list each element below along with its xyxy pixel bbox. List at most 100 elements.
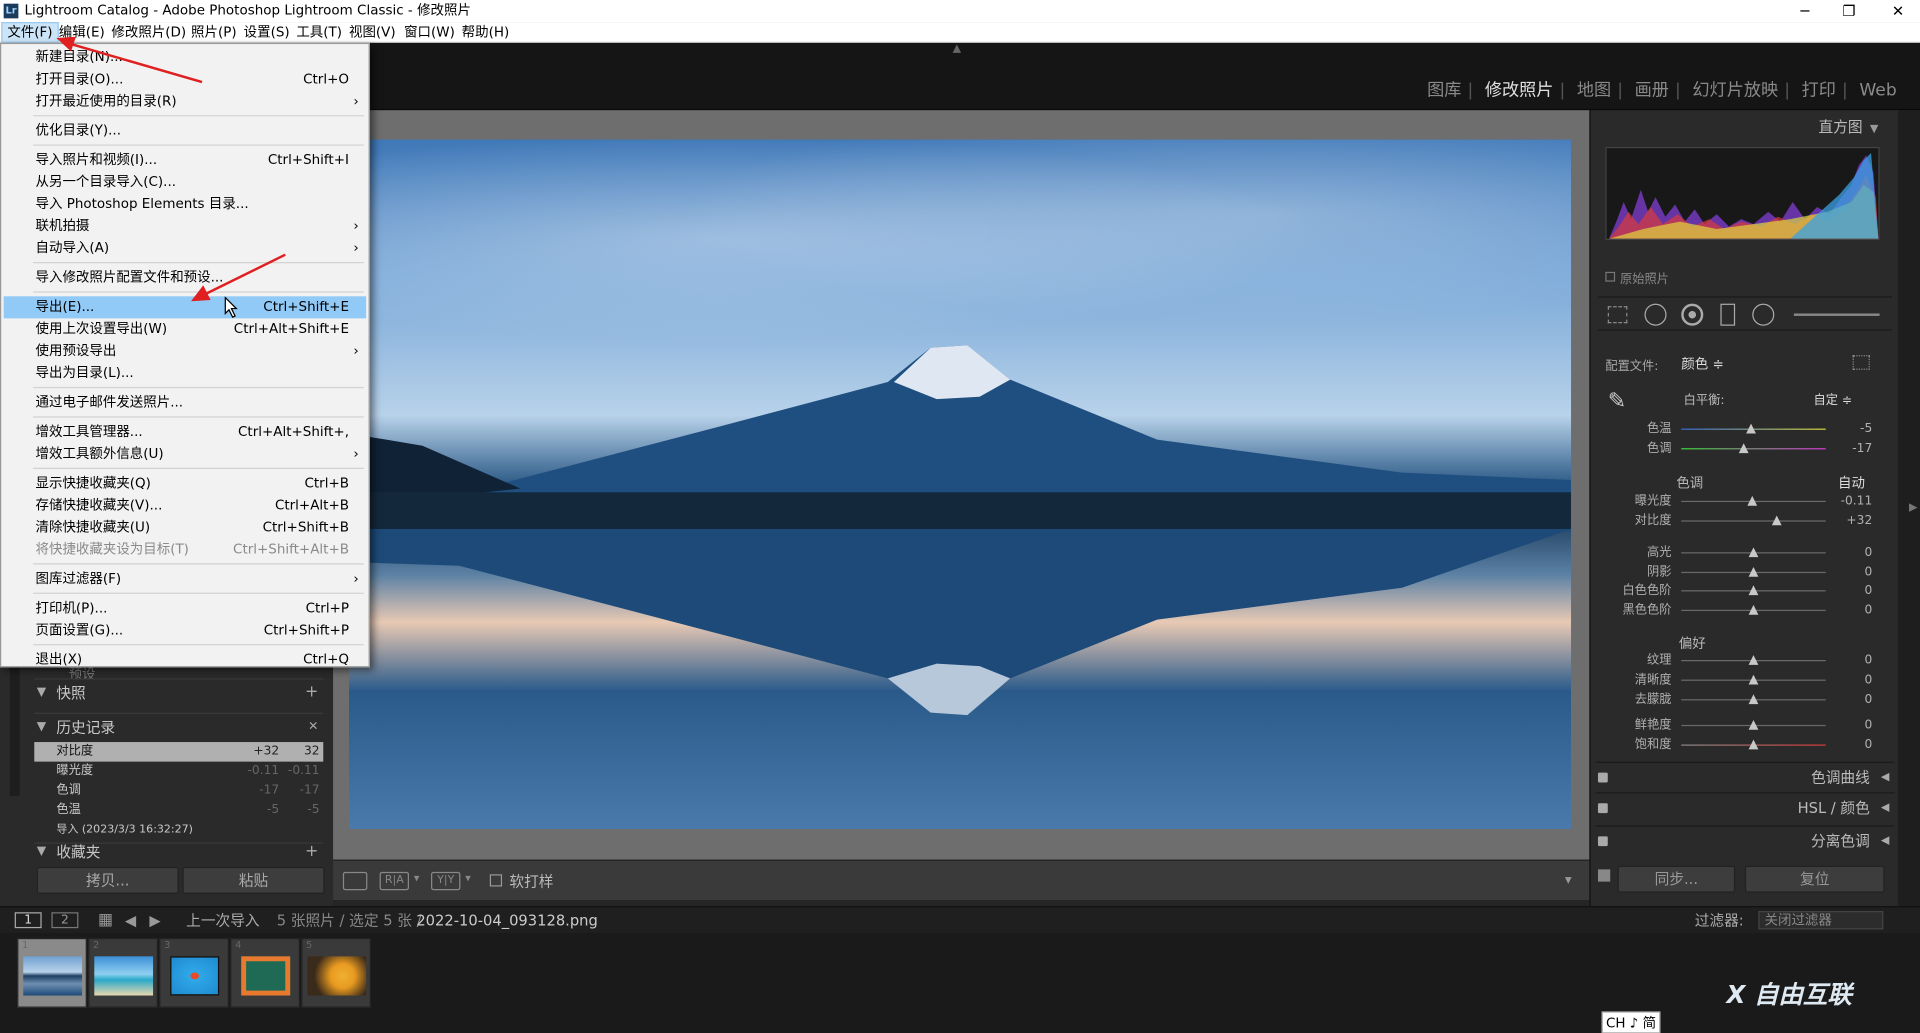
original-photo-checkbox[interactable] xyxy=(1605,271,1616,282)
file-menu-item[interactable]: 使用上次设置导出(W) Ctrl+Alt+Shift+E xyxy=(4,318,366,340)
copy-button[interactable]: 拷贝... xyxy=(36,866,179,894)
develop-slider[interactable]: 清晰度 0 xyxy=(1591,671,1900,689)
develop-slider[interactable]: 曝光度 -0.11 xyxy=(1591,492,1900,510)
slider-knob[interactable] xyxy=(1745,423,1756,434)
add-snapshot-icon[interactable]: + xyxy=(305,680,318,707)
slider-knob[interactable] xyxy=(1748,655,1759,665)
collapse-right-icon[interactable]: ▶ xyxy=(1909,502,1917,514)
filmstrip-filename[interactable]: 2022-10-04_093128.png xyxy=(416,907,597,934)
develop-slider[interactable]: 黑色色阶 0 xyxy=(1591,601,1900,619)
file-menu-item[interactable]: 通过电子邮件发送照片... xyxy=(4,392,366,414)
sync-toggle-icon[interactable] xyxy=(1597,869,1611,882)
crop-tool-icon[interactable] xyxy=(1607,306,1628,324)
filmstrip-source[interactable]: 上一次导入 xyxy=(186,907,259,934)
slider-knob[interactable] xyxy=(1771,515,1782,526)
history-row[interactable]: 色温 -5 -5 xyxy=(34,801,323,821)
primary-window-button[interactable]: 1 xyxy=(14,912,42,929)
filmstrip-thumbnail[interactable]: 3 xyxy=(159,937,229,1008)
softproof-checkbox[interactable] xyxy=(489,874,503,887)
develop-slider[interactable]: 色温 -5 xyxy=(1591,420,1900,438)
white-balance-eyedropper-icon[interactable]: ✎ xyxy=(1608,389,1632,413)
module-slideshow[interactable]: 幻灯片放映 xyxy=(1692,77,1778,101)
photo-view[interactable] xyxy=(333,110,1590,860)
module-map[interactable]: 地图 xyxy=(1577,77,1611,101)
filmstrip-thumbnail[interactable]: 1 xyxy=(17,937,87,1008)
slider-value[interactable]: -17 xyxy=(1852,440,1872,458)
paste-button[interactable]: 粘贴 xyxy=(182,866,325,894)
slider-value[interactable]: -0.11 xyxy=(1841,492,1873,510)
panel-toggle-icon[interactable] xyxy=(1597,803,1608,814)
profile-browser-icon[interactable] xyxy=(1852,355,1870,370)
back-arrow-icon[interactable]: ◀ xyxy=(125,907,136,934)
slider-value[interactable]: 0 xyxy=(1864,651,1872,669)
develop-slider[interactable]: 去朦胧 0 xyxy=(1591,691,1900,709)
spot-removal-icon[interactable] xyxy=(1644,303,1667,326)
hsl-panel-header[interactable]: HSL / 颜色 ◀ xyxy=(1595,792,1895,821)
module-book[interactable]: 画册 xyxy=(1635,77,1669,101)
filter-dropdown[interactable]: 关闭过滤器 xyxy=(1758,911,1884,930)
wb-dropdown[interactable]: 自定 ≑ xyxy=(1813,389,1852,407)
collections-panel-header[interactable]: ▼ 收藏夹 + xyxy=(34,842,324,860)
graduated-filter-icon[interactable] xyxy=(1720,303,1736,326)
menu-window[interactable]: 窗口(W) xyxy=(399,22,460,43)
file-menu-item[interactable]: 退出(X) Ctrl+Q xyxy=(4,649,366,671)
profile-dropdown[interactable]: 颜色 ≑ xyxy=(1681,354,1724,374)
develop-slider[interactable]: 对比度 +32 xyxy=(1591,512,1900,530)
file-menu-item[interactable]: 增效工具额外信息(U) › xyxy=(4,443,366,465)
mount-fuji-photo[interactable] xyxy=(348,139,1572,829)
split-toning-panel-header[interactable]: 分离色调 ◀ xyxy=(1595,825,1895,854)
tone-curve-panel-header[interactable]: 色调曲线 ◀ xyxy=(1595,761,1895,791)
slider-knob[interactable] xyxy=(1748,738,1759,749)
snapshots-panel-header[interactable]: ▼ 快照 + xyxy=(34,678,324,707)
slider-knob[interactable] xyxy=(1748,547,1759,558)
slider-value[interactable]: 0 xyxy=(1864,671,1872,689)
slider-track[interactable] xyxy=(1681,520,1826,522)
develop-slider[interactable]: 阴影 0 xyxy=(1591,563,1900,581)
file-menu-item[interactable]: 存储快捷收藏夹(V)... Ctrl+Alt+B xyxy=(4,495,366,517)
before-after-dropdown-icon[interactable]: ▾ xyxy=(414,873,420,885)
slider-knob[interactable] xyxy=(1748,674,1759,685)
close-button[interactable]: ✕ xyxy=(1876,0,1920,22)
module-develop[interactable]: 修改照片 xyxy=(1485,77,1554,101)
develop-slider[interactable]: 白色色阶 0 xyxy=(1591,582,1900,600)
histogram-chart[interactable] xyxy=(1605,146,1880,241)
yy-dropdown-icon[interactable]: ▾ xyxy=(465,873,471,885)
panel-toggle-icon[interactable] xyxy=(1597,836,1608,847)
ime-indicator[interactable]: CH ♪ 简 xyxy=(1601,1011,1661,1033)
develop-slider[interactable]: 色调 -17 xyxy=(1591,440,1900,458)
slider-knob[interactable] xyxy=(1738,443,1749,454)
history-row[interactable]: 曝光度 -0.11 -0.11 xyxy=(34,762,323,782)
minimize-button[interactable]: ─ xyxy=(1783,0,1827,22)
filmstrip-thumbnail[interactable]: 5 xyxy=(301,937,372,1008)
before-after-yy-button[interactable]: Y|Y xyxy=(431,871,461,891)
file-menu-item[interactable]: 使用预设导出 › xyxy=(4,340,366,362)
slider-value[interactable]: 0 xyxy=(1864,582,1872,600)
develop-slider[interactable]: 鲜艳度 0 xyxy=(1591,716,1900,734)
module-library[interactable]: 图库 xyxy=(1427,77,1461,101)
secondary-window-button[interactable]: 2 xyxy=(51,912,79,929)
slider-value[interactable]: 0 xyxy=(1864,601,1872,619)
brush-slider-icon[interactable] xyxy=(1793,313,1880,316)
forward-arrow-icon[interactable]: ▶ xyxy=(149,907,160,934)
add-collection-icon[interactable]: + xyxy=(305,844,318,860)
slider-knob[interactable] xyxy=(1748,604,1759,615)
toolbar-menu-icon[interactable]: ▾ xyxy=(1565,872,1572,888)
develop-slider[interactable]: 纹理 0 xyxy=(1591,651,1900,669)
history-row[interactable]: 对比度 +32 32 xyxy=(34,742,324,762)
slider-value[interactable]: +32 xyxy=(1846,512,1872,530)
radial-filter-icon[interactable] xyxy=(1752,303,1775,326)
file-menu-item[interactable]: 显示快捷收藏夹(Q) Ctrl+B xyxy=(4,473,366,495)
module-print[interactable]: 打印 xyxy=(1802,77,1836,101)
history-panel-header[interactable]: ▼ 历史记录 ✕ xyxy=(34,712,324,741)
panel-toggle-icon[interactable] xyxy=(1597,772,1608,783)
red-eye-icon[interactable] xyxy=(1681,303,1704,326)
slider-knob[interactable] xyxy=(1748,585,1759,596)
file-menu-item[interactable]: 导出为目录(L)... xyxy=(4,362,366,384)
slider-value[interactable]: 0 xyxy=(1864,544,1872,562)
develop-slider[interactable]: 饱和度 0 xyxy=(1591,735,1900,753)
slider-knob[interactable] xyxy=(1748,720,1759,730)
slider-value[interactable]: 0 xyxy=(1864,691,1872,709)
slider-knob[interactable] xyxy=(1747,495,1757,506)
clear-history-icon[interactable]: ✕ xyxy=(308,714,318,741)
slider-knob[interactable] xyxy=(1748,566,1759,577)
